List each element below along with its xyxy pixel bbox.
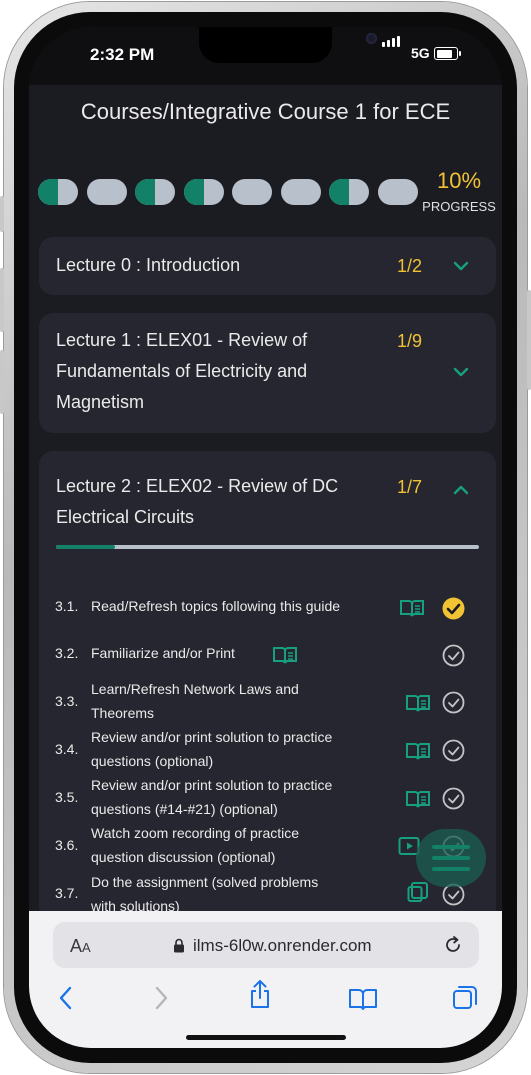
check-circle-icon[interactable] <box>442 787 465 810</box>
bookmarks-icon[interactable] <box>348 987 378 1011</box>
text-size-button[interactable]: AA <box>70 936 91 957</box>
item-number: 3.2. <box>55 645 79 661</box>
item-label-line: question discussion (optional) <box>91 849 276 865</box>
item-label-line: Review and/or print solution to practice <box>91 729 333 745</box>
item-label: Watch zoom recording of practice questio… <box>91 821 299 869</box>
progress-dot <box>184 179 224 205</box>
lecture-title-line: Lecture 2 : ELEX02 - Review of DC <box>56 476 339 496</box>
lecture-title-line: Lecture 1 : ELEX01 - Review of <box>56 330 308 350</box>
section-progress-bar <box>56 545 479 549</box>
item-label-line: questions (#14-#21) (optional) <box>91 801 278 817</box>
page-title: Courses/Integrative Course 1 for ECE <box>80 99 451 124</box>
lecture-title: Lecture 0 : Introduction <box>56 255 241 275</box>
status-bar: 2:32 PM 5G <box>29 27 502 85</box>
item-number: 3.1. <box>55 598 79 614</box>
camera-icon <box>366 33 377 44</box>
progress-dot <box>281 179 321 205</box>
lock-icon <box>174 938 184 953</box>
item-number: 3.4. <box>55 741 79 757</box>
item-label-line: with solutions) <box>91 898 180 911</box>
lecture-count: 1/2 <box>397 256 423 276</box>
lecture-title-line: Electrical Circuits <box>56 507 195 527</box>
lecture-title: Lecture 1 : ELEX01 - Review of Fundament… <box>56 325 307 418</box>
progress-label: PROGRESS <box>422 199 496 214</box>
item-label: Read/Refresh topics following this guide <box>91 598 341 614</box>
network-label: 5G <box>411 45 430 61</box>
item-number: 3.6. <box>55 837 79 853</box>
status-time: 2:32 PM <box>90 45 155 64</box>
browser-toolbar: AA ilms-6l0w.onrender.com <box>29 911 502 1048</box>
book-icon[interactable] <box>405 693 431 713</box>
lecture-title: Lecture 2 : ELEX02 - Review of DC Electr… <box>56 471 338 533</box>
item-number: 3.5. <box>55 789 79 805</box>
section-progress-fill <box>56 545 116 549</box>
item-number: 3.3. <box>55 693 79 709</box>
progress-dot <box>329 179 369 205</box>
progress-dot <box>135 179 175 205</box>
lecture-title-line: Magnetism <box>56 392 145 412</box>
menu-fab-button[interactable] <box>416 829 486 887</box>
book-icon[interactable] <box>405 741 431 761</box>
item-label-line: questions (optional) <box>91 753 214 769</box>
item-label: Review and/or print solution to practice… <box>91 725 332 773</box>
reload-icon[interactable] <box>443 935 463 955</box>
item-label: Learn/Refresh Network Laws and Theorems <box>91 677 299 725</box>
item-label-line: Review and/or print solution to practice <box>91 777 333 793</box>
power-button <box>527 290 531 390</box>
book-icon[interactable] <box>272 645 298 665</box>
progress-dot <box>38 179 78 205</box>
progress-percent: 10% <box>436 168 482 193</box>
item-label-line: Learn/Refresh Network Laws and <box>91 681 299 697</box>
item-label-line: Do the assignment (solved problems <box>91 874 319 890</box>
lecture-card-0[interactable]: Lecture 0 : Introduction 1/2 <box>39 237 496 295</box>
chevron-up-icon[interactable] <box>452 481 470 499</box>
home-indicator <box>186 1035 346 1040</box>
progress-dot <box>87 179 127 205</box>
tabs-icon[interactable] <box>452 985 478 1011</box>
lecture-card-1[interactable]: Lecture 1 : ELEX01 - Review of Fundament… <box>39 313 496 433</box>
battery-icon <box>434 47 458 60</box>
lecture-title-line: Fundamentals of Electricity and <box>56 361 308 381</box>
item-label: Do the assignment (solved problems with … <box>91 870 318 911</box>
volume-down-button <box>0 350 4 414</box>
check-done-icon[interactable] <box>442 597 465 620</box>
url-text: ilms-6l0w.onrender.com <box>193 936 372 955</box>
back-icon[interactable] <box>57 985 75 1011</box>
share-icon[interactable] <box>248 979 272 1009</box>
item-label-line: Watch zoom recording of practice <box>91 825 300 841</box>
book-icon[interactable] <box>405 789 431 809</box>
check-circle-icon[interactable] <box>442 691 465 714</box>
item-number: 3.7. <box>55 885 79 901</box>
progress-dot <box>232 179 272 205</box>
menu-icon <box>432 845 470 871</box>
lecture-count: 1/7 <box>397 477 423 497</box>
book-icon[interactable] <box>399 598 425 618</box>
mute-switch <box>0 196 4 232</box>
address-bar[interactable]: AA ilms-6l0w.onrender.com <box>53 922 479 968</box>
check-circle-icon[interactable] <box>442 739 465 762</box>
item-label: Familiarize and/or Print <box>91 645 235 661</box>
course-page: Courses/Integrative Course 1 for ECE 10%… <box>29 85 502 911</box>
phone-screen: 2:32 PM 5G Courses/Integrative Course 1 … <box>29 27 502 1048</box>
item-label-line: Theorems <box>91 705 155 721</box>
check-circle-icon[interactable] <box>442 644 465 667</box>
dynamic-island <box>199 27 377 63</box>
volume-up-button <box>0 268 4 332</box>
lecture-count: 1/9 <box>397 331 423 351</box>
chevron-down-icon[interactable] <box>452 257 470 275</box>
item-label: Review and/or print solution to practice… <box>91 773 332 821</box>
forward-icon[interactable] <box>152 985 170 1011</box>
assignment-icon[interactable] <box>407 881 429 903</box>
progress-dot <box>378 179 418 205</box>
chevron-down-icon[interactable] <box>452 363 470 381</box>
